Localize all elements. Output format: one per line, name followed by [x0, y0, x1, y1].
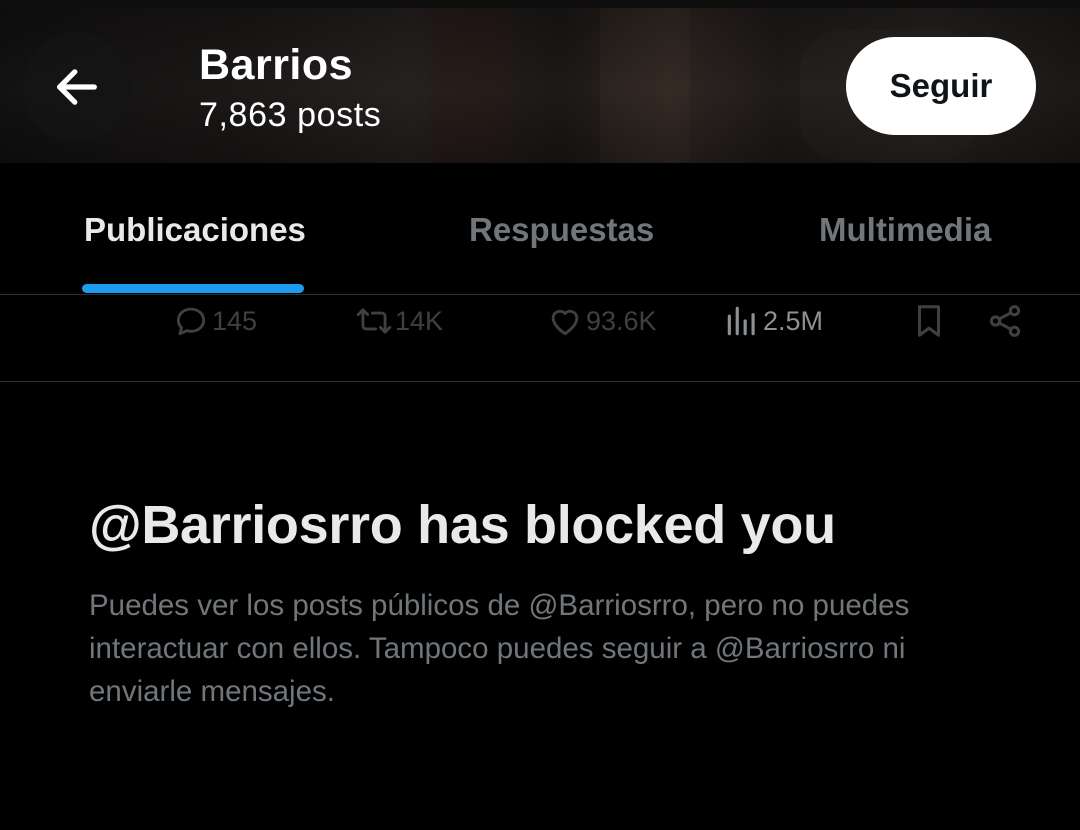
- tab-multimedia[interactable]: Multimedia: [819, 211, 991, 255]
- post-action-bar: 145 14K 93.6K 2.5M: [0, 295, 1080, 381]
- post-count: 7,863 posts: [199, 96, 382, 134]
- profile-header: Barrios 7,863 posts Seguir: [0, 0, 1080, 163]
- follow-button[interactable]: Seguir: [846, 37, 1036, 135]
- header-title-block: Barrios 7,863 posts: [199, 40, 381, 136]
- bookmark-button[interactable]: [910, 301, 948, 341]
- arrow-left-icon: [57, 69, 97, 105]
- profile-page: Barrios 7,863 posts Seguir Publicaciones…: [0, 0, 1080, 830]
- blocked-title: @Barriosrro has blocked you: [89, 495, 836, 555]
- bookmark-icon: [917, 305, 941, 337]
- tab-respuestas[interactable]: Respuestas: [469, 211, 654, 255]
- back-button[interactable]: [22, 32, 132, 142]
- share-button[interactable]: [986, 301, 1024, 341]
- reply-count: 145: [212, 305, 258, 336]
- profile-tabs: Publicaciones Respuestas Multimedia: [0, 163, 1080, 294]
- reply-icon: [176, 307, 206, 336]
- views-button[interactable]: 2.5M: [723, 301, 823, 341]
- views-icon: [727, 306, 755, 336]
- share-icon: [989, 305, 1021, 337]
- like-button[interactable]: 93.6K: [546, 301, 657, 341]
- repost-count: 14K: [395, 305, 444, 336]
- profile-name: Barrios: [199, 41, 354, 89]
- active-tab-indicator: [82, 284, 304, 293]
- divider: [0, 381, 1080, 382]
- like-count: 93.6K: [586, 305, 657, 336]
- status-strip: [0, 0, 1080, 8]
- repost-icon: [356, 308, 392, 334]
- blocked-description: Puedes ver los posts públicos de @Barrio…: [89, 589, 910, 708]
- repost-button[interactable]: 14K: [355, 301, 443, 341]
- views-count: 2.5M: [763, 305, 824, 336]
- reply-button[interactable]: 145: [172, 301, 257, 341]
- tab-publicaciones[interactable]: Publicaciones: [84, 211, 306, 255]
- like-icon: [551, 309, 579, 336]
